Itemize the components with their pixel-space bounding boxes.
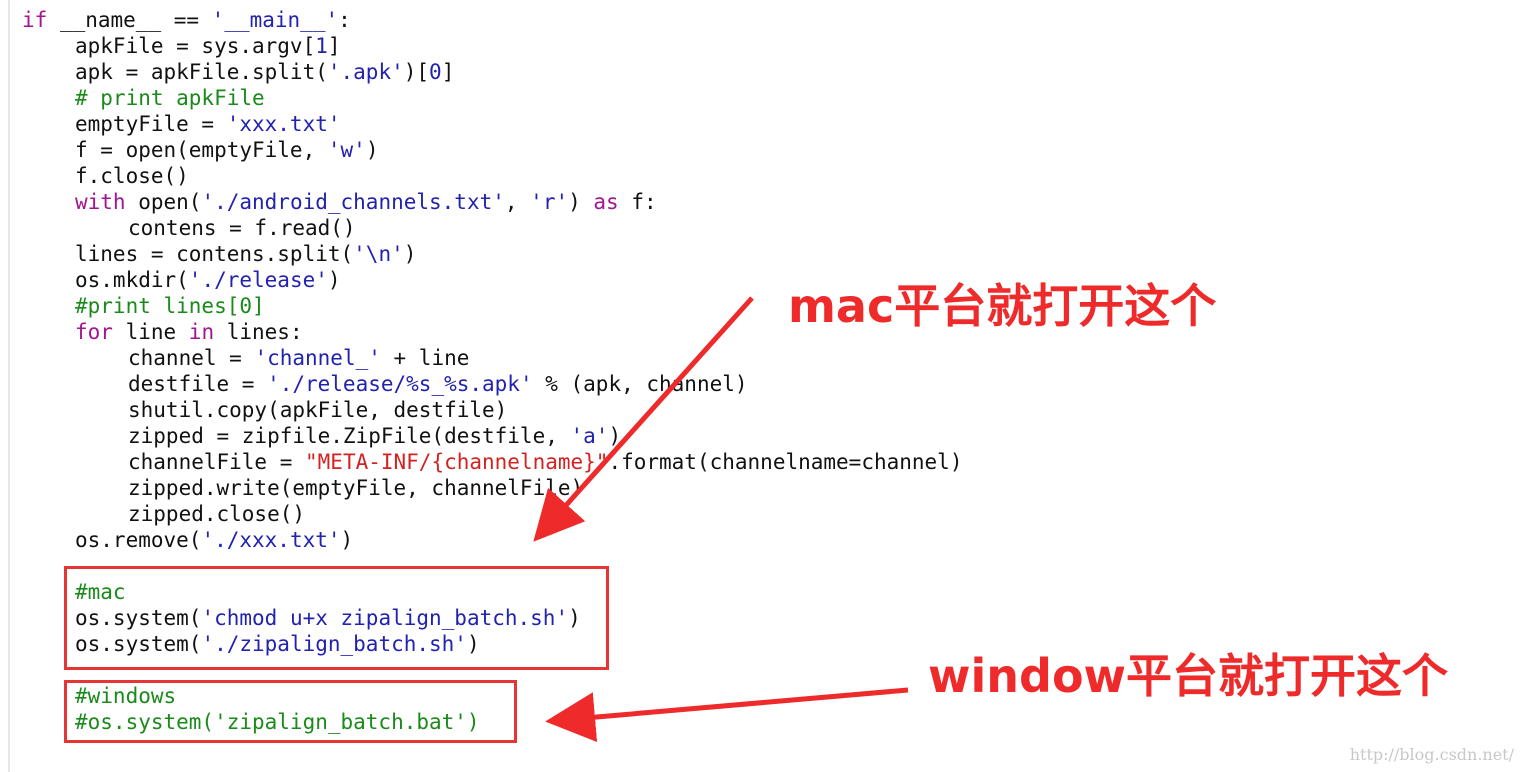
watermark: http://blog.csdn.net/ — [1349, 745, 1514, 764]
mac-annotation-label: mac平台就打开这个 — [788, 279, 1217, 333]
windows-annotation-label: window平台就打开这个 — [928, 649, 1449, 703]
code-editor[interactable]: if __name__ == '__main__': apkFile = sys.… — [0, 0, 1526, 772]
mac-arrow — [533, 296, 754, 542]
windows-arrow — [545, 687, 909, 743]
